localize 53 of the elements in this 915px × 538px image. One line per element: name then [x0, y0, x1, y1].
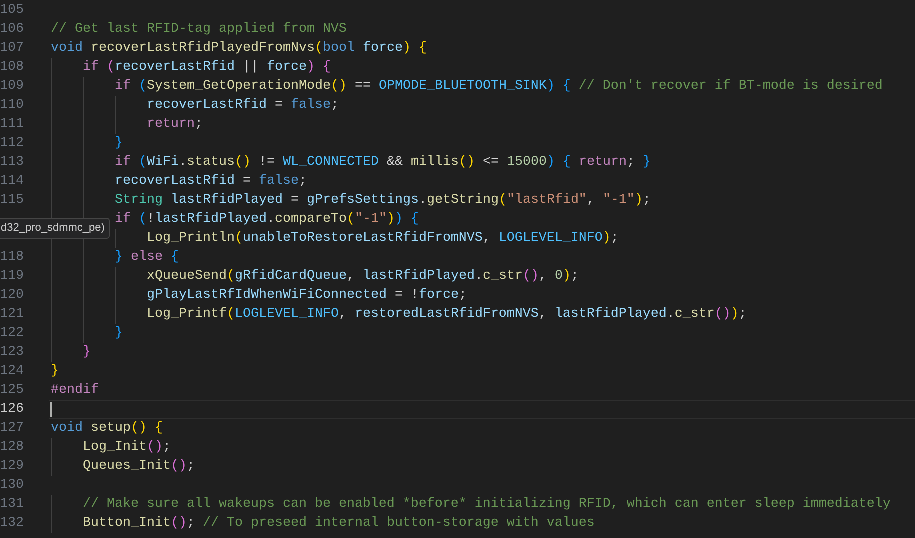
code-line: Log_Printf(LOGLEVEL_INFO, restoredLastRfidFromNVS, lastRfidPlayed.c_str()); — [147, 306, 747, 324]
line-number: 114 — [0, 173, 24, 191]
line-number: 109 — [0, 78, 24, 96]
code-line: if (WiFi.status() != WL_CONNECTED && millis() <= 15000) { return; } — [115, 154, 651, 172]
line-number: 111 — [0, 116, 24, 134]
line-number: 130 — [0, 477, 24, 495]
code-line: return; — [147, 116, 203, 134]
code-line: Log_Println(unableToRestoreLastRfidFromNVS, LOGLEVEL_INFO); — [147, 230, 619, 248]
code-line: } — [115, 135, 123, 153]
code-line: } — [115, 325, 123, 343]
code-line: } else { — [115, 249, 179, 267]
line-number: 128 — [0, 439, 24, 457]
line-number: 131 — [0, 496, 24, 514]
code-line: String lastRfidPlayed = gPrefsSettings.getString("lastRfid", "-1"); — [115, 192, 651, 210]
tooltip: d32_pro_sdmmc_pe) — [0, 218, 110, 239]
code-line: if (recoverLastRfid || force) { — [83, 59, 331, 77]
line-number: 132 — [0, 515, 24, 533]
line-number: 129 — [0, 458, 24, 476]
line-number: 122 — [0, 325, 24, 343]
code-line: if (!lastRfidPlayed.compareTo("-1")) { — [115, 211, 419, 229]
line-number: 126 — [0, 401, 24, 419]
line-number: 123 — [0, 344, 24, 362]
code-line: } — [83, 344, 91, 362]
code-line: } — [51, 363, 59, 381]
line-number: 120 — [0, 287, 24, 305]
line-number: 113 — [0, 154, 24, 172]
code-line: Button_Init(); // To preseed internal button-storage with values — [83, 515, 595, 533]
line-number: 125 — [0, 382, 24, 400]
line-number: 110 — [0, 97, 24, 115]
code-line: if (System_GetOperationMode() == OPMODE_BLUETOOTH_SINK) { // Don't recover if BT-mode is desired — [115, 78, 883, 96]
code-line: void setup() { — [51, 420, 163, 438]
line-number: 107 — [0, 40, 24, 58]
code-line: recoverLastRfid = false; — [147, 97, 339, 115]
code-line: gPlayLastRfIdWhenWiFiConnected = !force; — [147, 287, 467, 305]
code-line: // Make sure all wakeups can be enabled *before* initializing RFID, which can enter sleep immediately — [83, 496, 891, 514]
line-number: 127 — [0, 420, 24, 438]
code-line: Log_Init(); — [83, 439, 171, 457]
line-number: 121 — [0, 306, 24, 324]
line-number: 115 — [0, 192, 24, 210]
line-number: 106 — [0, 21, 24, 39]
code-line: xQueueSend(gRfidCardQueue, lastRfidPlayed.c_str(), 0); — [147, 268, 579, 286]
line-number: 112 — [0, 135, 24, 153]
code-line: #endif — [51, 382, 99, 400]
line-number: 124 — [0, 363, 24, 381]
code-line: Queues_Init(); — [83, 458, 195, 476]
code-line: // Get last RFID-tag applied from NVS — [51, 21, 347, 39]
line-number: 108 — [0, 59, 24, 77]
code-line: recoverLastRfid = false; — [115, 173, 307, 191]
line-number: 105 — [0, 2, 24, 20]
line-number: 119 — [0, 268, 24, 286]
line-number: 118 — [0, 249, 24, 267]
text-cursor — [50, 402, 52, 417]
code-line: void recoverLastRfidPlayedFromNvs(bool force) { — [51, 40, 427, 58]
